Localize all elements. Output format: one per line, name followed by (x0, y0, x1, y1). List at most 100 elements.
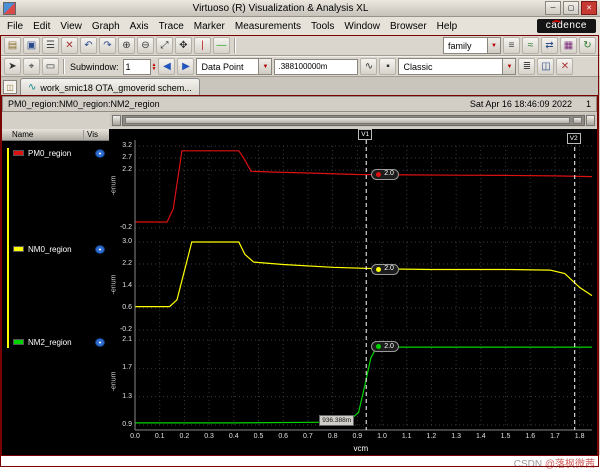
legend-vis-column-header[interactable]: Vis (83, 130, 107, 139)
marker-value-badge-NM0_region[interactable]: 2.0 (371, 263, 399, 275)
minimize-button[interactable]: ─ (545, 1, 561, 15)
legend-name-column-header[interactable]: Name (4, 130, 83, 139)
mouse-mode-combo[interactable]: Data Point ▼ (196, 58, 273, 75)
refresh-icon[interactable]: ↻ (579, 37, 596, 54)
point-value-field[interactable] (274, 58, 359, 75)
trace-NM0_region[interactable] (135, 241, 593, 308)
graph-page-number: 1 (585, 99, 591, 109)
open-icon[interactable]: ▤ (4, 37, 21, 54)
spinner-arrows-icon[interactable]: ▲ ▼ (152, 62, 157, 71)
x-tick-label: 1.1 (401, 433, 412, 440)
undo-icon[interactable]: ↶ (80, 37, 97, 54)
menu-item-marker[interactable]: Marker (189, 20, 230, 33)
combo-arrow-icon[interactable]: ▼ (487, 38, 500, 53)
menu-item-window[interactable]: Window (339, 20, 385, 33)
marker-label-v1[interactable]: V1 (358, 129, 373, 140)
trace-NM2_region[interactable] (135, 346, 592, 424)
combo-arrow-icon[interactable]: ▼ (502, 59, 516, 74)
watermark-handle: @落枫微茜 (544, 459, 595, 470)
menu-item-graph[interactable]: Graph (87, 20, 125, 33)
tab-active[interactable]: ∿ work_smic18 OTA_gmoverid schem... (20, 78, 200, 96)
marker-value-badge-PM0_region[interactable]: 2.0 (371, 168, 399, 180)
crosshair-mode-icon[interactable]: ⌖ (23, 58, 40, 75)
menu-item-file[interactable]: File (2, 20, 28, 33)
x-tick-label: 1.8 (574, 433, 585, 440)
save-icon[interactable]: ▣ (23, 37, 40, 54)
swap-sweep-icon[interactable]: ⇄ (541, 37, 558, 54)
graph-timestamp: Sat Apr 16 18:46:09 2022 (469, 99, 572, 109)
overview-right-handle[interactable] (586, 114, 595, 126)
visibility-eye-icon[interactable] (95, 337, 105, 347)
zoom-region-icon[interactable]: ▭ (42, 58, 59, 75)
sub-toolbar-right-icons: ≣ ◫ ✕ (518, 58, 574, 75)
trace-color-swatch[interactable] (13, 150, 24, 156)
marker-value-badge-NM2_region[interactable]: 2.0 (371, 341, 399, 353)
menu-item-trace[interactable]: Trace (154, 20, 189, 33)
badge-value: 2.0 (384, 342, 394, 350)
strips-mode-icon[interactable]: ≡ (503, 37, 520, 54)
waveform-plot-area[interactable]: 3.2 2.7 2.2 -0.2 -enum 2.0 3.0 2.2 1.4 0.6 -0.2 -en… (109, 129, 598, 455)
pointer-mode-icon[interactable]: ➤ (4, 58, 21, 75)
graph-title: PM0_region:NM0_region:NM2_region (8, 99, 160, 109)
zoom-out-icon[interactable]: ⊖ (137, 37, 154, 54)
pan-icon[interactable]: ✥ (175, 37, 192, 54)
overview-track[interactable] (122, 114, 585, 126)
sub-toolbar-nav-icons: ◀ ▶ (158, 58, 195, 75)
zoom-in-icon[interactable]: ⊕ (118, 37, 135, 54)
graph-header-right: Sat Apr 16 18:46:09 2022 1 (470, 99, 591, 109)
forward-icon[interactable]: ▶ (177, 58, 195, 75)
mouse-mode-combo-value: Data Point (201, 61, 244, 72)
visibility-eye-icon[interactable] (95, 244, 105, 254)
waveform-canvas[interactable] (109, 129, 598, 455)
y-tick-label: -0.2 (119, 326, 132, 333)
zoom-fit-icon[interactable]: ⤢ (156, 37, 173, 54)
subwindow-input[interactable] (122, 58, 151, 75)
print-icon[interactable]: ☰ (42, 37, 59, 54)
overview-right-knob[interactable] (573, 116, 582, 124)
maximize-button[interactable]: ▢ (563, 1, 579, 15)
horizontal-marker-icon[interactable]: — (213, 37, 230, 54)
x-tick-label: 0.5 (253, 433, 264, 440)
redo-icon[interactable]: ↷ (99, 37, 116, 54)
legend-row-nm2_region[interactable]: NM2_region (13, 337, 105, 347)
table-icon[interactable]: ▦ (560, 37, 577, 54)
split-window-icon[interactable]: ◫ (537, 58, 555, 75)
toolbar-separator (63, 59, 64, 74)
visibility-eye-icon[interactable] (95, 148, 105, 158)
menu-item-axis[interactable]: Axis (125, 20, 154, 33)
titlebar[interactable]: Virtuoso (R) Visualization & Analysis XL… (0, 0, 600, 17)
lock-icon[interactable]: ▪ (379, 58, 397, 75)
trace-color-swatch[interactable] (13, 246, 24, 252)
menu-item-tools[interactable]: Tools (306, 20, 339, 33)
overview-scrollbar[interactable] (110, 113, 597, 127)
menu-item-browser[interactable]: Browser (385, 20, 432, 33)
trace-color-swatch[interactable] (13, 339, 24, 345)
snap-toggle-icon[interactable]: ∿ (360, 58, 378, 75)
delete-icon[interactable]: ✕ (61, 37, 78, 54)
detach-tab-icon[interactable]: ◫ (3, 80, 17, 94)
style-combo[interactable]: Classic ▼ (398, 58, 517, 75)
combo-arrow-icon[interactable]: ▼ (258, 59, 272, 74)
close-button[interactable]: ✕ (581, 1, 597, 15)
back-icon[interactable]: ◀ (158, 58, 176, 75)
menu-item-view[interactable]: View (55, 20, 87, 33)
overview-left-handle[interactable] (112, 114, 121, 126)
graph-header: PM0_region:NM0_region:NM2_region Sat Apr… (2, 96, 597, 112)
menu-item-help[interactable]: Help (432, 20, 463, 33)
overview-range-bar[interactable] (125, 116, 570, 124)
menu-item-measurements[interactable]: Measurements (230, 20, 306, 33)
sub-toolbar-mid-icons: ∿ ▪ (360, 58, 397, 75)
marker-label-v2[interactable]: V2 (566, 133, 581, 144)
new-strip-icon[interactable]: ≣ (518, 58, 536, 75)
close-subwindow-icon[interactable]: ✕ (556, 58, 574, 75)
vertical-marker-icon[interactable]: | (194, 37, 211, 54)
trace-label: NM2_region (28, 337, 72, 347)
overlay-mode-icon[interactable]: ≈ (522, 37, 539, 54)
style-combo-value: Classic (403, 61, 433, 72)
menu-item-edit[interactable]: Edit (28, 20, 55, 33)
subwindow-spinner[interactable]: ▲▼ (122, 58, 157, 75)
family-combo[interactable]: family ▼ (443, 37, 501, 54)
legend-row-nm0_region[interactable]: NM0_region (13, 244, 105, 254)
legend-row-pm0_region[interactable]: PM0_region (13, 148, 105, 158)
trace-PM0_region[interactable] (135, 150, 593, 223)
